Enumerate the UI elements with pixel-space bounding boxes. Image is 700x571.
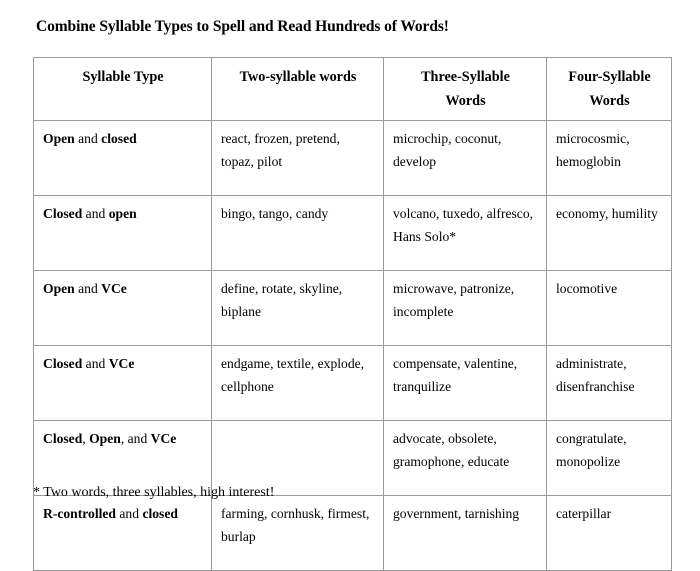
cell-three-syllable: compensate, valentine, tranquilize bbox=[383, 344, 547, 421]
table-row: R-controlled and closed farming, cornhus… bbox=[33, 494, 672, 571]
table-row: Closed and open bingo, tango, candy volc… bbox=[33, 194, 672, 271]
cell-syllable-type: R-controlled and closed bbox=[33, 494, 212, 571]
cell-two-syllable: farming, cornhusk, firmest, burlap bbox=[211, 494, 384, 571]
column-header-syllable-type: Syllable Type bbox=[33, 57, 212, 121]
column-header-line: Words bbox=[589, 93, 630, 110]
column-header-four-syllable: Four-Syllable Words bbox=[546, 57, 672, 121]
cell-three-syllable: microchip, coconut, develop bbox=[383, 119, 547, 196]
column-header-two-syllable: Two-syllable words bbox=[211, 57, 384, 121]
cell-four-syllable: locomotive bbox=[546, 269, 672, 346]
cell-three-syllable: advocate, obsolete, gramophone, educate bbox=[383, 419, 547, 496]
cell-four-syllable: economy, humility bbox=[546, 194, 672, 271]
table-header-row: Syllable Type Two-syllable words Three-S… bbox=[33, 57, 672, 121]
column-header-line: Words bbox=[445, 93, 486, 110]
cell-three-syllable: government, tarnishing bbox=[383, 494, 547, 571]
cell-syllable-type: Closed and open bbox=[33, 194, 212, 271]
table-row: Closed and VCe endgame, textile, explode… bbox=[33, 344, 672, 421]
cell-three-syllable: volcano, tuxedo, alfresco, Hans Solo* bbox=[383, 194, 547, 271]
column-header-line: Syllable Type bbox=[82, 69, 164, 85]
cell-syllable-type: Open and VCe bbox=[33, 269, 212, 346]
table-body: Open and closed react, frozen, pretend, … bbox=[33, 119, 672, 571]
cell-two-syllable: endgame, textile, explode, cellphone bbox=[211, 344, 384, 421]
footnote: * Two words, three syllables, high inter… bbox=[33, 485, 275, 500]
column-header-line: Three-Syllable bbox=[421, 69, 510, 85]
page-title: Combine Syllable Types to Spell and Read… bbox=[36, 18, 449, 35]
cell-syllable-type: Closed and VCe bbox=[33, 344, 212, 421]
cell-four-syllable: caterpillar bbox=[546, 494, 672, 571]
cell-three-syllable: microwave, patronize, incomplete bbox=[383, 269, 547, 346]
cell-four-syllable: congratulate, monopolize bbox=[546, 419, 672, 496]
column-header-three-syllable: Three-Syllable Words bbox=[383, 57, 547, 121]
document-page: Combine Syllable Types to Spell and Read… bbox=[0, 0, 700, 571]
cell-two-syllable: define, rotate, skyline, biplane bbox=[211, 269, 384, 346]
cell-four-syllable: administrate, disenfranchise bbox=[546, 344, 672, 421]
table-row: Open and VCe define, rotate, skyline, bi… bbox=[33, 269, 672, 346]
cell-two-syllable: bingo, tango, candy bbox=[211, 194, 384, 271]
column-header-line: Two-syllable words bbox=[239, 69, 357, 85]
column-header-line: Four-Syllable bbox=[568, 69, 651, 85]
cell-syllable-type: Open and closed bbox=[33, 119, 212, 196]
table-row: Open and closed react, frozen, pretend, … bbox=[33, 119, 672, 196]
cell-four-syllable: microcosmic, hemoglobin bbox=[546, 119, 672, 196]
cell-two-syllable: react, frozen, pretend, topaz, pilot bbox=[211, 119, 384, 196]
table-header: Syllable Type Two-syllable words Three-S… bbox=[33, 57, 672, 121]
